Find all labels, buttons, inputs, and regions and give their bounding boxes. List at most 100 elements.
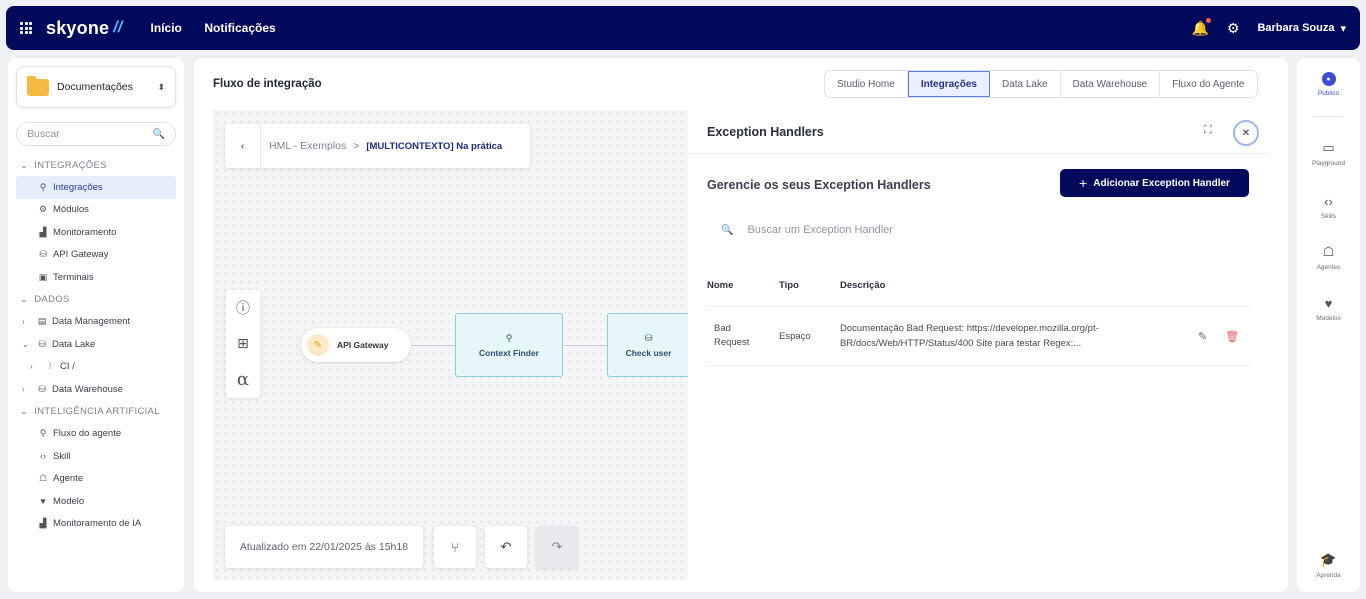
code-icon: ‹› xyxy=(40,451,46,462)
top-tabs: Studio Home Integrações Data Lake Data W… xyxy=(824,70,1258,98)
sidebar-item-modelo[interactable]: ♥ Modelo xyxy=(16,490,176,513)
redo-button[interactable]: ↷ xyxy=(536,526,578,568)
sidebar-item-terminais[interactable]: ▣ Terminais xyxy=(16,266,176,289)
exception-search-input[interactable]: 🔍 Buscar um Exception Handler xyxy=(721,224,893,236)
page-title: Fluxo de integração xyxy=(213,78,322,90)
brand-mark-icon: // xyxy=(113,19,123,36)
sidebar-item-label: Monitoramento de IA xyxy=(53,518,142,530)
nav-notificacoes[interactable]: Notificações xyxy=(204,21,275,35)
search-icon: 🔍 xyxy=(152,128,165,140)
section-ia[interactable]: ⌄ INTELIGÊNCIA ARTIFICIAL xyxy=(16,401,176,423)
trash-icon[interactable]: 🗑 xyxy=(1225,330,1239,343)
user-menu[interactable]: Barbara Souza ▾ xyxy=(1257,22,1346,35)
close-icon: ✕ xyxy=(1241,127,1251,139)
sidebar-item-label: Modelo xyxy=(53,495,85,507)
sidebar-item-monitoramento[interactable]: ▟ Monitoramento xyxy=(16,221,176,244)
node-context-finder[interactable]: ⚲ Context Finder xyxy=(455,313,563,377)
sidebar-item-modulos[interactable]: ⚙ Módulos xyxy=(16,199,176,222)
sidebar-item-api-gateway[interactable]: ⛁ API Gateway xyxy=(16,244,176,267)
sidebar-item-data-management[interactable]: › ▤ Data Management xyxy=(16,311,176,334)
add-button-label: Adicionar Exception Handler xyxy=(1093,177,1230,189)
cell-desc-line: Documentação Bad Request: https://develo… xyxy=(840,322,1099,334)
gear-icon[interactable]: ⚙ xyxy=(1227,20,1240,37)
sidebar-item-label: Fluxo do agente xyxy=(53,428,122,440)
back-chevron-icon[interactable]: ‹ xyxy=(225,124,261,168)
lake-icon: ⛁ xyxy=(38,338,46,349)
sidebar-item-label: Monitoramento xyxy=(53,226,117,238)
chevron-down-icon: ⌄ xyxy=(20,406,29,417)
panel-title: Exception Handlers xyxy=(688,110,1268,154)
terminal-icon: ▣ xyxy=(38,271,48,282)
node-api-gateway[interactable]: ✎ API Gateway xyxy=(301,328,411,362)
alpha-icon[interactable]: α xyxy=(237,369,249,390)
sidebar-item-monitoramento-ia[interactable]: ▟ Monitoramento de IA xyxy=(16,513,176,536)
rail-item-aprenda[interactable]: 🎓 Aprenda xyxy=(1297,552,1360,579)
section-label: DADOS xyxy=(34,294,70,305)
person-icon: ⚲ xyxy=(505,332,513,343)
sidebar-item-label: Skill xyxy=(53,450,71,462)
expand-icon[interactable]: ⛶ xyxy=(1204,124,1212,137)
rail-item-playground[interactable]: ▭ Playground xyxy=(1297,140,1360,167)
chevron-down-icon: ⌄ xyxy=(20,159,29,171)
gateway-icon: ⛁ xyxy=(39,249,47,260)
sidebar-item-agente[interactable]: ☖ Agente xyxy=(16,468,176,491)
sidebar-item-skill[interactable]: ‹› Skill xyxy=(16,445,176,468)
sidebar-item-label: Agente xyxy=(53,473,84,485)
flow-icon: ⚲ xyxy=(39,428,47,439)
sidebar-item-data-lake[interactable]: ⌄ ⛁ Data Lake xyxy=(16,333,176,356)
col-descricao: Descrição xyxy=(840,280,886,291)
cell-description: Documentação Bad Request: https://develo… xyxy=(840,321,1190,351)
sidebar-item-integracoes[interactable]: ⚲ Integrações xyxy=(16,176,176,199)
sidebar-item-label: Integrações xyxy=(53,181,103,193)
caret-down-icon: ▾ xyxy=(1340,22,1346,35)
sidebar-item-data-warehouse[interactable]: › ⛁ Data Warehouse xyxy=(16,378,176,401)
tab-studio-home[interactable]: Studio Home xyxy=(825,71,908,97)
rail-label: Skills xyxy=(1320,213,1337,220)
add-exception-handler-button[interactable]: + Adicionar Exception Handler xyxy=(1060,169,1249,197)
tab-data-warehouse[interactable]: Data Warehouse xyxy=(1061,71,1161,97)
cell-name-line: Bad xyxy=(714,322,731,334)
rail-item-modelos[interactable]: ♥ Modelos xyxy=(1297,296,1360,322)
bell-icon[interactable]: 🔔 xyxy=(1191,17,1212,37)
rail-item-publico[interactable]: ● Público xyxy=(1297,72,1360,97)
components-icon[interactable]: ⊞ xyxy=(237,335,249,352)
apps-grid-icon[interactable] xyxy=(20,22,32,34)
sidebar-item-ci[interactable]: › ⁝ CI / xyxy=(16,356,176,379)
breadcrumb-separator: > xyxy=(353,140,360,152)
sidebar-item-fluxo-agente[interactable]: ⚲ Fluxo do agente xyxy=(16,423,176,446)
panel-subtitle: Gerencie os seus Exception Handlers xyxy=(707,178,931,192)
rail-label: Modelos xyxy=(1316,315,1341,322)
breadcrumb-parent[interactable]: HML - Exemplos xyxy=(269,140,346,152)
undo-button[interactable]: ↶ xyxy=(485,526,527,568)
edit-icon[interactable]: ✎ xyxy=(1198,330,1207,343)
rail-item-agentes[interactable]: ☖ Agentes xyxy=(1297,244,1360,271)
top-right-actions: 🔔 ⚙ Barbara Souza ▾ xyxy=(1191,17,1346,37)
rail-item-skills[interactable]: ‹› Skills xyxy=(1297,194,1360,220)
node-check-user[interactable]: ⛁ Check user xyxy=(607,313,689,377)
last-updated-status: Atualizado em 22/01/2025 às 15h18 xyxy=(225,526,423,568)
table-row[interactable]: Bad Request Espaço Documentação Bad Requ… xyxy=(707,306,1249,366)
flow-canvas[interactable]: ‹ HML - Exemplos > [MULTICONTEXTO] Na pr… xyxy=(213,110,689,580)
breadcrumb: ‹ HML - Exemplos > [MULTICONTEXTO] Na pr… xyxy=(225,124,530,168)
brand-logo[interactable]: skyone // xyxy=(46,18,123,39)
exception-search-placeholder: Buscar um Exception Handler xyxy=(747,224,893,236)
database-icon: ▤ xyxy=(37,316,47,327)
section-integracoes[interactable]: ⌄ INTEGRAÇÕES xyxy=(16,154,176,176)
tab-data-lake[interactable]: Data Lake xyxy=(990,71,1061,97)
chevron-right-icon: › xyxy=(22,317,25,327)
nav-inicio[interactable]: Início xyxy=(151,21,182,35)
search-icon: 🔍 xyxy=(721,224,734,236)
sidebar-search-placeholder: Buscar xyxy=(27,128,60,140)
section-dados[interactable]: ⌄ DADOS xyxy=(16,289,176,311)
sidebar-search-input[interactable]: Buscar 🔍 xyxy=(16,122,176,146)
layout-button[interactable]: ⑂ xyxy=(434,526,476,568)
tab-fluxo-agente[interactable]: Fluxo do Agente xyxy=(1160,71,1256,97)
top-nav: Início Notificações xyxy=(151,19,294,37)
left-sidebar: Documentações ⬍ Buscar 🔍 ⌄ INTEGRAÇÕES ⚲ I… xyxy=(8,58,184,592)
tab-integracoes[interactable]: Integrações xyxy=(907,71,990,97)
close-button[interactable]: ✕ xyxy=(1233,120,1259,146)
redo-icon: ↷ xyxy=(551,539,563,554)
info-icon[interactable]: ⓘ xyxy=(236,298,250,318)
pencil-icon: ✎ xyxy=(307,334,329,356)
workspace-selector[interactable]: Documentações ⬍ xyxy=(16,66,176,108)
